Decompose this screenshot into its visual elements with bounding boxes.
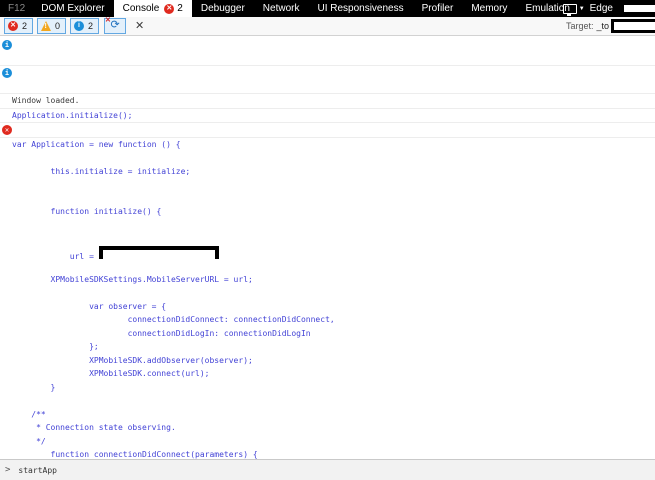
redaction-box-url xyxy=(98,245,219,259)
tab-network[interactable]: Network xyxy=(254,0,309,17)
code-line: */ xyxy=(12,436,46,446)
tabbar: F12 DOM Explorer Console ✕ 2 Debugger Ne… xyxy=(0,0,655,17)
target-value[interactable]: _to xyxy=(596,21,609,31)
code-line: function initialize() { xyxy=(12,207,162,216)
info-icon: i xyxy=(74,21,85,31)
code-line: } xyxy=(12,382,56,392)
error-filter-button[interactable]: ✕ 2 xyxy=(4,18,34,34)
tab-profiler[interactable]: Profiler xyxy=(413,0,463,17)
console-entry: Window loaded. xyxy=(0,94,655,109)
code-line: var Application = new function () { xyxy=(12,139,181,149)
info-count: 2 xyxy=(88,21,94,31)
target-label: Target: xyxy=(565,21,594,31)
console-code-block: var Application = new function () { this… xyxy=(0,138,655,461)
info-icon: i xyxy=(2,40,12,50)
code-line: }; xyxy=(12,342,99,351)
console-entry: i HTML1202: is running in Compatibility … xyxy=(0,66,655,94)
tab-memory[interactable]: Memory xyxy=(462,0,516,17)
tab-ui-responsiveness[interactable]: UI Responsiveness xyxy=(308,0,412,17)
error-count: 2 xyxy=(22,21,28,31)
code-line: this.initialize = initialize; xyxy=(12,166,191,176)
prompt-icon: > xyxy=(5,465,11,475)
warning-filter-button[interactable]: 0 xyxy=(37,18,67,34)
console-input-row[interactable]: > startApp xyxy=(0,459,655,480)
info-icon: i xyxy=(2,68,12,78)
warning-icon xyxy=(41,21,52,31)
redaction-box-tabbar xyxy=(621,2,655,15)
console-entry: Application.initialize(); xyxy=(0,109,655,123)
console-output: i HTML1300: Navigation occurred. File: 7… xyxy=(0,36,655,460)
console-log: Window loaded. xyxy=(12,96,80,105)
console-code: Application.initialize(); xyxy=(12,110,133,120)
clear-on-navigate-icon: ⟳ xyxy=(110,19,120,31)
tab-debugger[interactable]: Debugger xyxy=(192,0,254,17)
error-icon: ✕ xyxy=(2,125,12,135)
info-filter-button[interactable]: i 2 xyxy=(70,18,100,34)
device-screen-icon[interactable] xyxy=(562,3,577,16)
chevron-down-icon[interactable]: ▼ xyxy=(579,6,585,12)
error-icon: ✕ xyxy=(8,21,18,31)
browser-target-label: Edge xyxy=(589,3,613,14)
console-toolbar: ✕ 2 0 i 2 ⟳ ✕ ✕ Target: _to xyxy=(0,17,655,36)
warning-count: 0 xyxy=(55,21,61,31)
error-badge-icon: ✕ xyxy=(164,3,175,14)
code-line: XPMobileSDK.connect(url); xyxy=(12,369,210,378)
clear-console-button[interactable]: ✕ xyxy=(135,19,144,33)
code-line: * Connection state observing. xyxy=(12,423,176,432)
code-line: /** xyxy=(12,409,46,419)
code-line: connectionDidLogIn: connectionDidLogIn xyxy=(12,328,311,338)
tab-console[interactable]: Console ✕ 2 xyxy=(113,0,192,17)
code-line: connectionDidConnect: connectionDidConne… xyxy=(12,315,335,324)
f12-logo: F12 xyxy=(8,3,26,14)
clear-on-navigate-button[interactable]: ⟳ ✕ xyxy=(104,17,127,34)
console-entry: ✕ Unable to get property 'addObserver' o… xyxy=(0,123,655,138)
code-line: var observer = { xyxy=(12,301,167,311)
tab-dom-explorer[interactable]: DOM Explorer xyxy=(32,0,113,17)
console-input[interactable]: startApp xyxy=(18,466,57,475)
console-entry: i HTML1300: Navigation occurred. File: 7… xyxy=(0,38,655,66)
devtools-window: F12 DOM Explorer Console ✕ 2 Debugger Ne… xyxy=(0,0,655,480)
code-line: XPMobileSDKSettings.MobileServerURL = ur… xyxy=(12,274,253,284)
code-line: XPMobileSDK.addObserver(observer); xyxy=(12,355,253,365)
code-line-url: url = xyxy=(0,245,655,259)
console-error-count: 2 xyxy=(177,3,183,14)
redaction-box-target xyxy=(611,19,655,33)
